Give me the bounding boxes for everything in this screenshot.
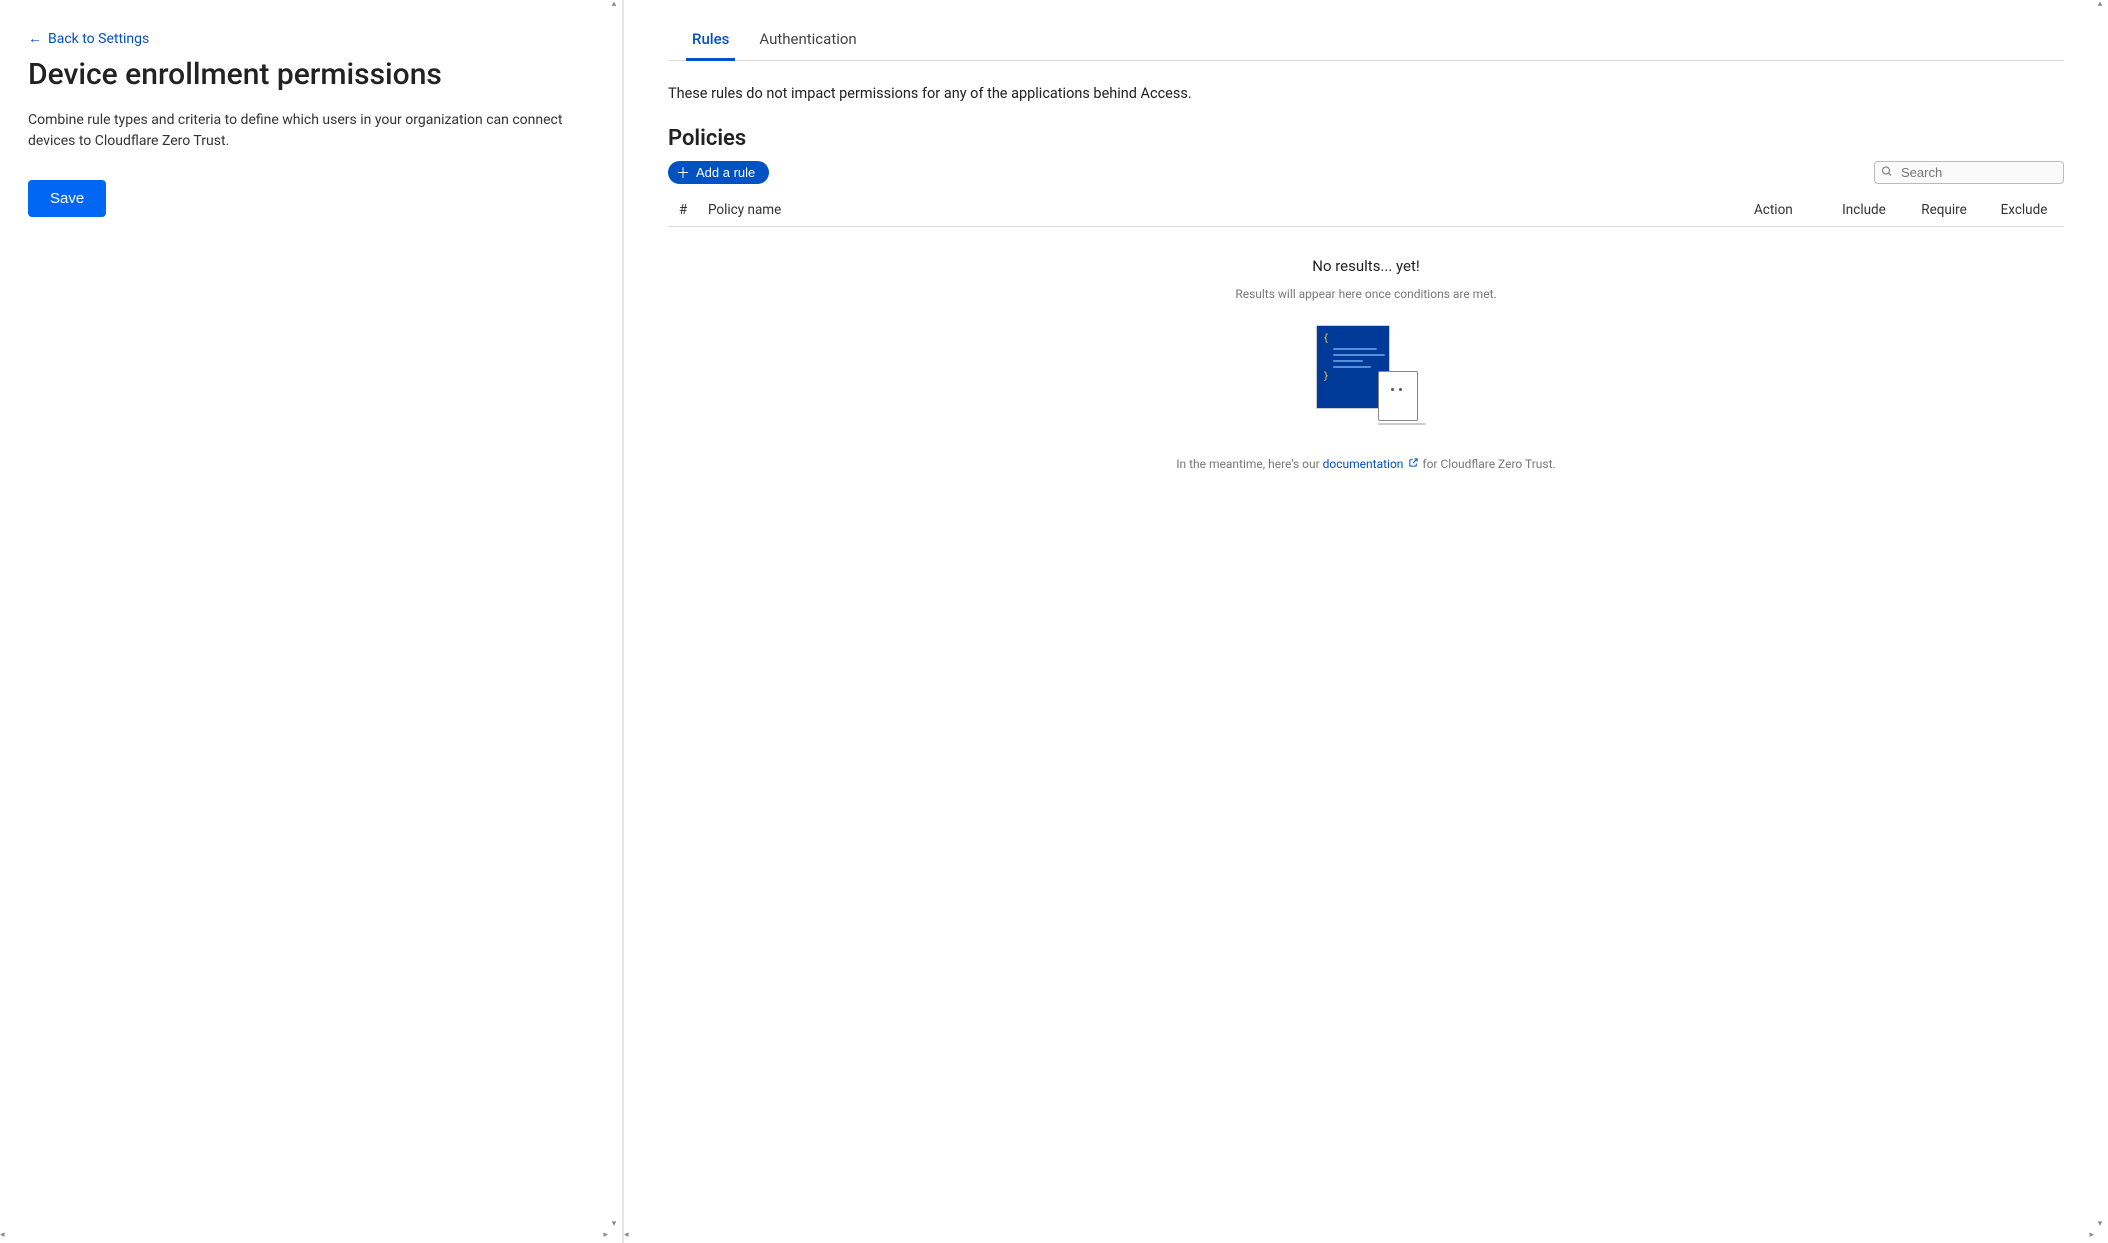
scroll-up-icon: ▴	[612, 0, 617, 9]
col-exclude: Exclude	[1984, 194, 2064, 227]
col-include: Include	[1824, 194, 1904, 227]
horizontal-scrollbar-left[interactable]: ◂ ▸	[0, 1229, 608, 1241]
empty-footer: In the meantime, here's our documentatio…	[668, 457, 2064, 471]
scroll-right-icon: ▸	[2089, 1231, 2094, 1240]
search-input[interactable]	[1874, 161, 2064, 184]
empty-state: No results... yet! Results will appear h…	[668, 227, 2064, 491]
vertical-scrollbar-left[interactable]: ▴ ▾	[608, 0, 620, 1229]
plus-icon: ＋	[676, 166, 690, 180]
empty-illustration: { }	[1306, 325, 1426, 421]
tab-authentication[interactable]: Authentication	[753, 22, 862, 61]
add-rule-button[interactable]: ＋ Add a rule	[668, 161, 769, 184]
empty-title: No results... yet!	[668, 257, 2064, 275]
scroll-down-icon: ▾	[612, 1220, 617, 1229]
policies-heading: Policies	[668, 126, 2064, 151]
col-action: Action	[1744, 194, 1824, 227]
save-button[interactable]: Save	[28, 180, 106, 217]
empty-subtitle: Results will appear here once conditions…	[668, 287, 2064, 301]
empty-footer-pre: In the meantime, here's our	[1176, 457, 1322, 471]
vertical-scrollbar-right[interactable]: ▴ ▾	[2094, 0, 2106, 1229]
tab-rules[interactable]: Rules	[686, 22, 735, 61]
policies-table: # Policy name Action Include Require Exc…	[668, 194, 2064, 227]
rules-impact-note: These rules do not impact permissions fo…	[668, 85, 2064, 102]
scroll-down-icon: ▾	[2098, 1220, 2103, 1229]
documentation-link[interactable]: documentation	[1323, 457, 1404, 471]
scroll-left-icon: ◂	[624, 1231, 629, 1240]
back-to-settings-link[interactable]: ← Back to Settings	[28, 30, 149, 47]
page-description: Combine rule types and criteria to defin…	[28, 110, 588, 152]
empty-footer-post: for Cloudflare Zero Trust.	[1422, 457, 1555, 471]
page-title: Device enrollment permissions	[28, 57, 594, 92]
col-policy-name: Policy name	[698, 194, 1744, 227]
back-link-label: Back to Settings	[48, 31, 149, 47]
scroll-left-icon: ◂	[0, 1231, 5, 1240]
external-link-icon	[1408, 457, 1419, 471]
add-rule-label: Add a rule	[696, 165, 755, 180]
arrow-left-icon: ←	[28, 30, 42, 47]
col-hash: #	[668, 194, 698, 227]
scroll-right-icon: ▸	[603, 1231, 608, 1240]
horizontal-scrollbar-right[interactable]: ◂ ▸	[624, 1229, 2094, 1241]
scroll-up-icon: ▴	[2098, 0, 2103, 9]
tab-bar: Rules Authentication	[668, 22, 2064, 61]
col-require: Require	[1904, 194, 1984, 227]
